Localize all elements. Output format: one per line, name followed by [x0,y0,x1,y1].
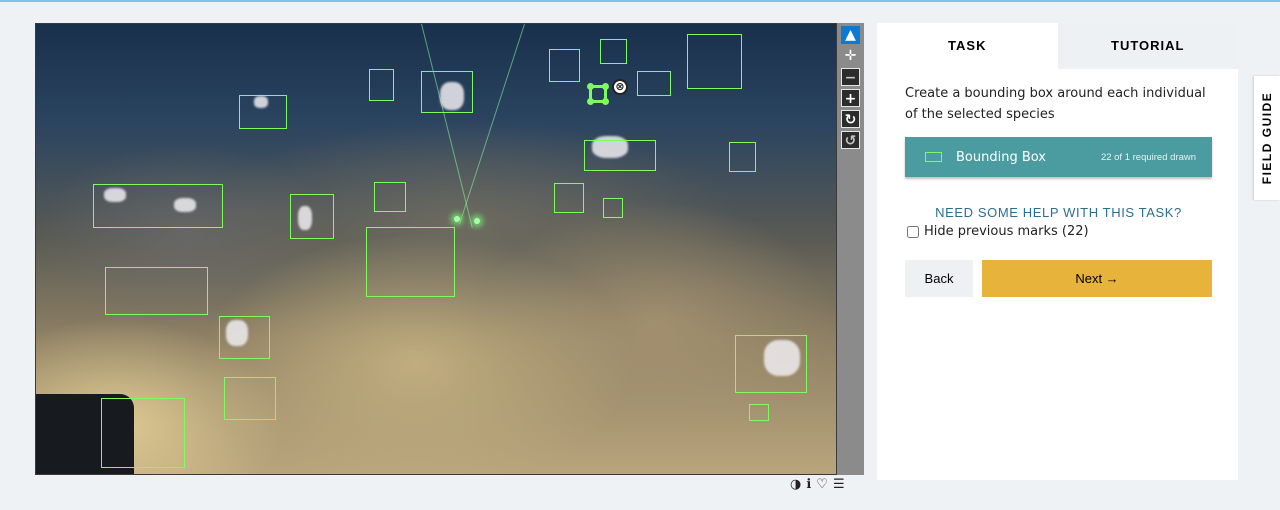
bounding-box-mark[interactable] [369,69,394,101]
bounding-box-mark[interactable] [687,34,742,89]
bounding-box-swatch-icon [925,152,942,162]
zoom-out-icon[interactable]: − [841,68,860,86]
hide-marks-checkbox[interactable] [907,225,919,238]
resize-handle[interactable] [602,98,609,105]
laser-dot [454,216,460,222]
bounding-box-mark[interactable] [554,183,584,213]
zoom-in-icon[interactable]: + [841,89,860,107]
bounding-box-mark[interactable] [224,377,276,420]
tool-count: 22 of 1 required drawn [1100,151,1196,163]
tab-tutorial[interactable]: TUTORIAL [1057,23,1238,69]
field-guide-label: FIELD GUIDE [1260,91,1274,185]
hide-marks-row: Hide previous marks (22) [907,224,1089,239]
help-link[interactable]: NEED SOME HELP WITH THIS TASK? [905,205,1212,220]
subject-image-viewer[interactable]: ⊗ [35,23,837,475]
laser-beam [459,24,525,225]
bounding-box-mark[interactable] [105,267,208,315]
reset-icon[interactable]: ↺ [841,131,860,149]
laser-dot [474,218,480,224]
back-button[interactable]: Back [905,260,973,297]
bounding-box-mark[interactable] [374,182,406,212]
bounding-box-mark[interactable] [749,404,769,421]
delete-mark-icon[interactable]: ⊗ [612,79,628,95]
bounding-box-mark[interactable] [101,398,185,468]
bounding-box-mark[interactable] [290,194,334,239]
bounding-box-mark-selected[interactable] [587,83,609,105]
next-button[interactable]: Next → [982,260,1212,297]
bounding-box-mark[interactable] [584,140,656,171]
task-instruction: Create a bounding box around each indivi… [905,86,1206,122]
hide-marks-label[interactable]: Hide previous marks (22) [924,224,1089,239]
resize-handle[interactable] [587,98,594,105]
pointer-icon[interactable]: ▲ [841,26,860,44]
resize-handle[interactable] [587,83,594,90]
bounding-box-mark[interactable] [239,95,287,129]
bounding-box-mark[interactable] [549,49,580,82]
resize-handle[interactable] [602,83,609,90]
bounding-box-mark[interactable] [603,198,623,218]
bounding-box-mark[interactable] [729,142,756,172]
field-guide-tab[interactable]: FIELD GUIDE [1254,76,1280,200]
viewer-footer-icons: ◑ ℹ ♡ ☰ [790,477,845,493]
favorite-icon[interactable]: ♡ [816,477,828,493]
bounding-box-mark[interactable] [600,39,627,64]
bounding-box-mark[interactable] [421,71,473,113]
top-rule [0,0,1280,2]
rotate-icon[interactable]: ↻ [841,110,860,128]
bounding-box-mark[interactable] [93,184,223,228]
move-icon[interactable]: ✛ [841,47,860,65]
tool-label: Bounding Box [956,149,1047,165]
collections-icon[interactable]: ☰ [833,477,845,493]
info-icon[interactable]: ℹ [806,477,811,493]
bounding-box-mark[interactable] [366,227,455,297]
image-toolbar: ▲ ✛ − + ↻ ↺ [837,23,864,475]
bounding-box-tool[interactable]: Bounding Box 22 of 1 required drawn [905,137,1212,177]
bounding-box-mark[interactable] [637,71,671,96]
task-tabs: TASK TUTORIAL [877,23,1238,69]
tab-task[interactable]: TASK [877,23,1058,69]
bounding-box-mark[interactable] [219,316,270,359]
invert-icon[interactable]: ◑ [790,477,801,493]
laser-beam [421,24,473,228]
task-panel: TASK TUTORIAL Create a bounding box arou… [877,23,1238,480]
bounding-box-mark[interactable] [735,335,807,393]
